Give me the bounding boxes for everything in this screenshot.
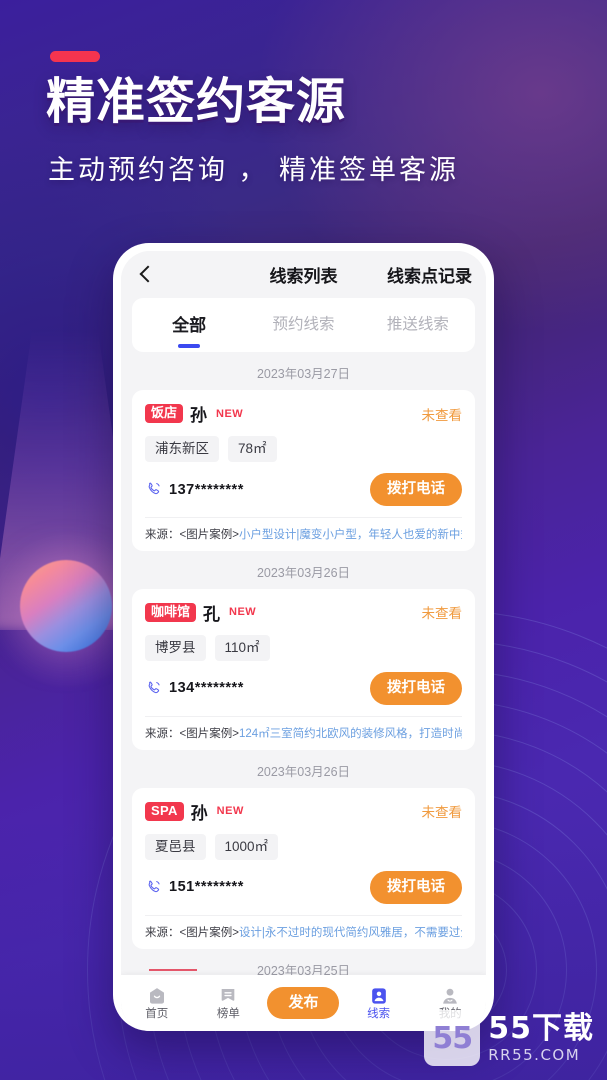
tab-booked[interactable]: 预约线索 (246, 317, 360, 333)
lead-source-prefix: 来源： (145, 727, 180, 740)
lead-card-meta: 博罗县 110㎡ (145, 634, 462, 662)
call-button[interactable]: 拨打电话 (370, 672, 462, 705)
navbar-right-action[interactable]: 线索点记录 (387, 262, 472, 287)
lead-card-contact: 134******** 拨打电话 (145, 672, 462, 716)
lead-area: 110㎡ (214, 634, 270, 662)
lead-card-meta: 浦东新区 78㎡ (145, 436, 462, 463)
page-subtitle: 主动预约咨询 ， 精准签单客源 (48, 155, 460, 185)
lead-phone-number: 137******** (169, 481, 244, 498)
date-separator: 2023年03月26日 (256, 764, 351, 779)
lead-source-bracket: <图片案例> (179, 727, 239, 740)
lead-source: 来源：<图片案例>小户型设计|魔变小户型，年轻人也爱的新中式 (145, 516, 462, 551)
decorative-red-mark (149, 969, 197, 971)
leads-list[interactable]: 2023年03月27日 饭店 孙 NEW 未查看 浦东新区 78㎡ 137***… (121, 352, 486, 975)
lead-name: 孙 (190, 803, 208, 823)
nav-item-leads[interactable]: 线索 (343, 986, 415, 1021)
lead-source: 来源：<图片案例>设计|永不过时的现代简约风雅居，不需要过分 (145, 914, 462, 949)
watermark: 55 55下载 RR55.COM (424, 1010, 594, 1066)
lead-name: 孔 (203, 604, 221, 624)
nav-item-ranking[interactable]: 榜单 (193, 986, 265, 1021)
lead-source-link[interactable]: 124㎡三室简约北欧风的装修风格，打造时尚优 (239, 728, 462, 740)
lead-district: 博罗县 (145, 634, 206, 662)
lead-source-bracket: <图片案例> (179, 926, 239, 939)
phone-mockup: 线索列表 线索点记录 全部 预约线索 推送线索 2023年03月27日 饭店 孙… (113, 243, 494, 1031)
lead-card-header: SPA 孙 NEW 未查看 (145, 799, 462, 824)
watermark-text: 55下载 RR55.COM (488, 1014, 594, 1066)
home-icon (149, 987, 164, 1004)
lead-card[interactable]: 饭店 孙 NEW 未查看 浦东新区 78㎡ 137******** 拨打电话 来… (132, 390, 475, 551)
nav-label-ranking: 榜单 (216, 1007, 240, 1020)
lead-source-link[interactable]: 设计|永不过时的现代简约风雅居，不需要过分 (239, 927, 462, 939)
page-title: 精准签约客源 (46, 73, 347, 130)
date-separator: 2023年03月25日 (256, 963, 351, 975)
nav-item-home[interactable]: 首页 (121, 986, 193, 1021)
lead-card[interactable]: 咖啡馆 孔 NEW 未查看 博罗县 110㎡ 134******** 拨打电话 … (132, 588, 475, 750)
lead-card-contact: 137******** 拨打电话 (145, 473, 462, 517)
lead-source-link[interactable]: 小户型设计|魔变小户型，年轻人也爱的新中式 (239, 529, 462, 541)
decorative-gradient-orb (20, 560, 112, 652)
lead-source-prefix: 来源： (145, 926, 180, 939)
lead-card-header: 咖啡馆 孔 NEW 未查看 (145, 600, 462, 625)
watermark-url: RR55.COM (488, 1046, 581, 1064)
nav-label-leads: 线索 (367, 1007, 391, 1020)
lead-source: 来源：<图片案例>124㎡三室简约北欧风的装修风格，打造时尚优 (145, 715, 462, 750)
tabs-container: 全部 预约线索 推送线索 (121, 298, 486, 352)
new-badge: NEW (229, 606, 257, 619)
watermark-badge: 55 (424, 1010, 481, 1066)
phone-call-icon (148, 880, 160, 892)
phone-call-icon (148, 482, 160, 495)
lead-district: 夏邑县 (145, 833, 206, 860)
accent-bar (50, 51, 100, 62)
phone-call-icon (148, 681, 160, 694)
status-badge[interactable]: 未查看 (422, 602, 463, 622)
call-button[interactable]: 拨打电话 (370, 870, 462, 904)
lead-area: 1000㎡ (214, 833, 279, 860)
leads-icon (371, 988, 386, 1004)
lead-category-tag: 咖啡馆 (145, 602, 197, 622)
status-badge[interactable]: 未查看 (422, 801, 463, 821)
date-separator: 2023年03月26日 (256, 565, 351, 580)
tab-bar: 全部 预约线索 推送线索 (132, 298, 475, 352)
phone-screen: 线索列表 线索点记录 全部 预约线索 推送线索 2023年03月27日 饭店 孙… (121, 251, 486, 1031)
ranking-icon (222, 988, 235, 1001)
call-button[interactable]: 拨打电话 (370, 473, 462, 506)
lead-card-header: 饭店 孙 NEW 未查看 (145, 401, 462, 426)
publish-button-label: 发布 (267, 986, 340, 1020)
status-badge[interactable]: 未查看 (422, 404, 463, 424)
chevron-left-icon[interactable] (135, 264, 157, 286)
lead-source-bracket: <图片案例> (179, 528, 239, 541)
app-navbar: 线索列表 线索点记录 (121, 251, 486, 298)
publish-button[interactable]: 发布 (264, 986, 343, 1020)
lead-phone-number: 151******** (169, 879, 244, 896)
lead-area: 78㎡ (228, 436, 277, 463)
lead-source-prefix: 来源： (145, 528, 180, 541)
new-badge: NEW (216, 805, 244, 818)
lead-card-contact: 151******** 拨打电话 (145, 870, 462, 915)
lead-name: 孙 (190, 406, 208, 425)
tab-pushed[interactable]: 推送线索 (361, 317, 475, 333)
lead-card[interactable]: SPA 孙 NEW 未查看 夏邑县 1000㎡ 151******** 拨打电话… (132, 787, 475, 949)
lead-category-tag: SPA (145, 801, 184, 821)
tab-all[interactable]: 全部 (132, 317, 246, 334)
nav-label-home: 首页 (145, 1007, 169, 1020)
lead-category-tag: 饭店 (145, 403, 184, 424)
lead-phone-number: 134******** (169, 680, 244, 697)
new-badge: NEW (216, 407, 244, 420)
user-icon (443, 988, 458, 1004)
date-separator: 2023年03月27日 (256, 367, 351, 381)
watermark-title: 55下载 (488, 1011, 594, 1046)
lead-card-meta: 夏邑县 1000㎡ (145, 833, 462, 860)
lead-district: 浦东新区 (145, 436, 219, 463)
